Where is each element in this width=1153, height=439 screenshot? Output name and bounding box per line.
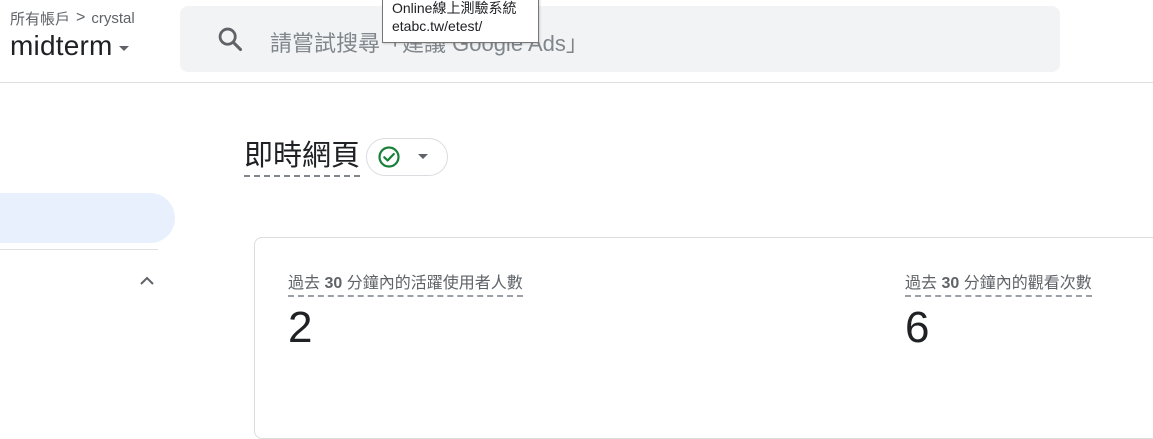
sidebar-item-selected[interactable]	[0, 193, 175, 243]
search-bar[interactable]: 請嘗試搜尋「建議 Google Ads」	[180, 6, 1060, 72]
top-app-bar: 所有帳戶 > crystal midterm 請嘗試搜尋「建議 Google A…	[0, 0, 1153, 83]
tooltip-line-2: etabc.tw/etest/	[392, 18, 483, 34]
breadcrumb[interactable]: 所有帳戶 > crystal	[10, 8, 135, 28]
breadcrumb-root[interactable]: 所有帳戶	[10, 8, 70, 29]
realtime-card: 過去 30 分鐘內的活躍使用者人數 2 過去 30 分鐘內的觀看次數 6	[254, 237, 1153, 439]
search-icon	[218, 27, 243, 52]
metric-label[interactable]: 過去 30 分鐘內的活躍使用者人數	[288, 274, 523, 297]
views-metric: 過去 30 分鐘內的觀看次數 6	[905, 274, 1092, 353]
tooltip: Online線上測驗系統 etabc.tw/etest/	[382, 0, 539, 43]
page-title[interactable]: 即時網頁	[244, 138, 361, 177]
tooltip-line-1: Online線上測驗系統	[392, 0, 517, 16]
caret-down-icon	[418, 154, 429, 159]
status-dropdown[interactable]	[366, 137, 449, 176]
metric-value: 6	[905, 303, 930, 352]
check-circle-icon	[378, 145, 400, 168]
metric-value: 2	[288, 303, 313, 352]
page-heading: 即時網頁	[244, 137, 449, 177]
active-users-metric: 過去 30 分鐘內的活躍使用者人數 2	[288, 274, 523, 353]
chevron-up-icon[interactable]	[138, 272, 156, 290]
property-selector[interactable]: midterm	[10, 30, 135, 62]
metric-label[interactable]: 過去 30 分鐘內的觀看次數	[905, 274, 1092, 297]
chevron-right-icon: >	[76, 9, 86, 26]
breadcrumb-account[interactable]: crystal	[91, 10, 134, 27]
caret-down-icon	[118, 45, 129, 51]
account-picker[interactable]: 所有帳戶 > crystal midterm	[10, 8, 135, 62]
sidebar-divider	[0, 249, 158, 250]
property-name: midterm	[10, 30, 113, 61]
